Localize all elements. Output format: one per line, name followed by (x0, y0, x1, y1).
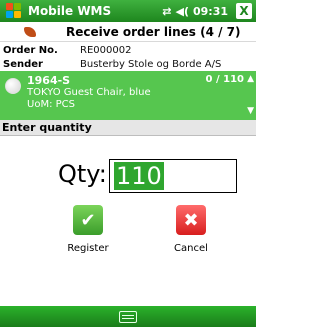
title-bar: Mobile WMS ⇄ ◀( 09:31 X (0, 0, 256, 22)
qty-input[interactable]: 110 (109, 159, 237, 193)
qty-input-value: 110 (114, 162, 164, 190)
scroll-down-icon[interactable]: ▼ (247, 106, 254, 116)
order-no-row: Order No. RE000002 (0, 43, 256, 57)
item-quantity: 0 / 110 (205, 74, 244, 85)
close-icon: X (239, 4, 249, 18)
page-title: Receive order lines (4 / 7) (66, 24, 241, 39)
checkmark-icon: ✔ (73, 205, 103, 235)
order-line-item[interactable]: 1964-S TOKYO Guest Chair, blue UoM: PCS … (0, 71, 256, 120)
item-uom: UoM: PCS (27, 99, 75, 110)
bottom-bar (0, 306, 256, 327)
sender-label: Sender (3, 58, 43, 70)
leaf-icon (24, 25, 40, 39)
keyboard-icon[interactable] (119, 310, 137, 323)
close-button[interactable]: X (236, 3, 252, 19)
cancel-button[interactable]: ✖ Cancel (163, 205, 219, 254)
order-no-label: Order No. (3, 44, 58, 56)
speaker-icon[interactable]: ◀( (175, 5, 189, 18)
enter-quantity-header: Enter quantity (0, 120, 256, 136)
scroll-up-icon[interactable]: ▲ (247, 74, 254, 84)
clock: 09:31 (192, 4, 228, 18)
cancel-label: Cancel (174, 243, 208, 254)
status-area: ⇄ ◀( 09:31 X (162, 3, 256, 19)
qty-label: Qty: (58, 160, 107, 188)
register-label: Register (67, 243, 109, 254)
signal-icon: ⇄ (162, 4, 172, 18)
app-title: Mobile WMS (28, 4, 112, 18)
sender-value: Busterby Stole og Borde A/S (80, 58, 222, 70)
windows-start-icon[interactable] (6, 3, 22, 19)
cross-icon: ✖ (176, 205, 206, 235)
item-description: TOKYO Guest Chair, blue (27, 87, 151, 98)
item-code: 1964-S (27, 74, 71, 87)
register-button[interactable]: ✔ Register (60, 205, 116, 254)
section-header: Receive order lines (4 / 7) (0, 22, 256, 42)
item-status-icon (5, 78, 21, 94)
order-no-value: RE000002 (80, 44, 132, 56)
sender-row: Sender Busterby Stole og Borde A/S (0, 57, 256, 71)
